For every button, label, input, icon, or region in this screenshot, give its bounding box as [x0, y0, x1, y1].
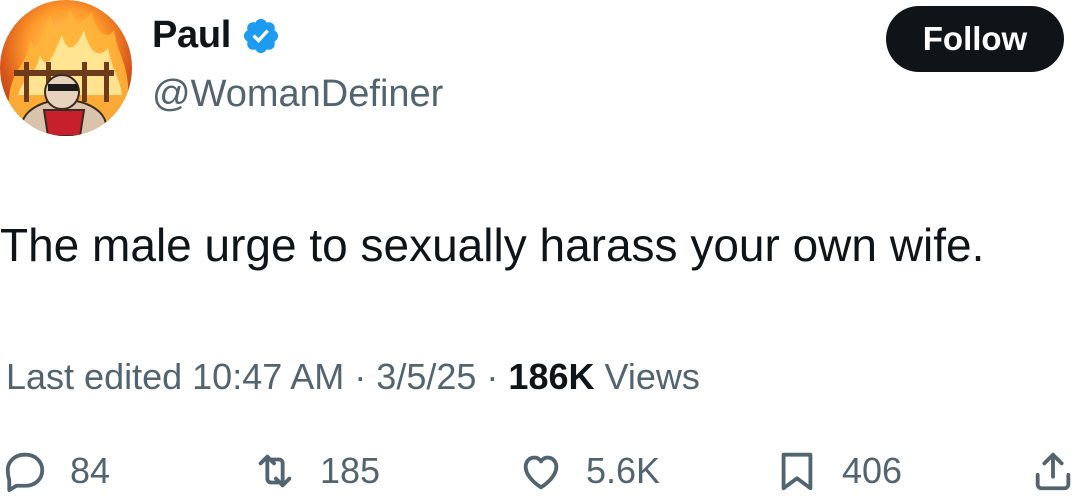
- meta-separator: ·: [486, 356, 499, 397]
- tweet-meta: Last edited 10:47 AM · 3/5/25 · 186K Vie…: [6, 356, 700, 398]
- action-bar: 84 185 5.6K 406: [0, 448, 1080, 504]
- avatar[interactable]: [0, 0, 132, 136]
- author-row: Paul: [152, 14, 281, 57]
- bookmark-icon: [781, 452, 813, 491]
- bookmark-count: 406: [842, 450, 903, 491]
- repost-count: 185: [320, 450, 381, 491]
- meta-separator: ·: [354, 356, 367, 397]
- repost-button[interactable]: 185: [252, 448, 380, 494]
- repost-icon: [258, 454, 292, 488]
- tweet-time[interactable]: 10:47 AM: [192, 356, 344, 397]
- like-icon: [523, 455, 559, 490]
- reply-icon: [5, 452, 45, 493]
- author-name[interactable]: Paul: [152, 14, 231, 57]
- views-label: Views: [604, 356, 700, 397]
- tweet-text: The male urge to sexually harass your ow…: [0, 219, 985, 271]
- reply-button[interactable]: 84: [2, 448, 110, 494]
- share-button[interactable]: [1030, 448, 1076, 494]
- share-icon: [1035, 452, 1071, 491]
- follow-button[interactable]: Follow: [886, 6, 1064, 72]
- verified-badge-icon[interactable]: [241, 16, 281, 56]
- views-count: 186K: [508, 356, 595, 397]
- author-handle[interactable]: @WomanDefiner: [152, 73, 443, 116]
- like-count: 5.6K: [586, 450, 661, 491]
- reply-count: 84: [70, 450, 111, 491]
- avatar-image: [4, 8, 128, 136]
- tweet-date[interactable]: 3/5/25: [376, 356, 476, 397]
- like-button[interactable]: 5.6K: [518, 448, 660, 494]
- edited-label[interactable]: Last edited: [6, 356, 182, 397]
- bookmark-button[interactable]: 406: [774, 448, 902, 494]
